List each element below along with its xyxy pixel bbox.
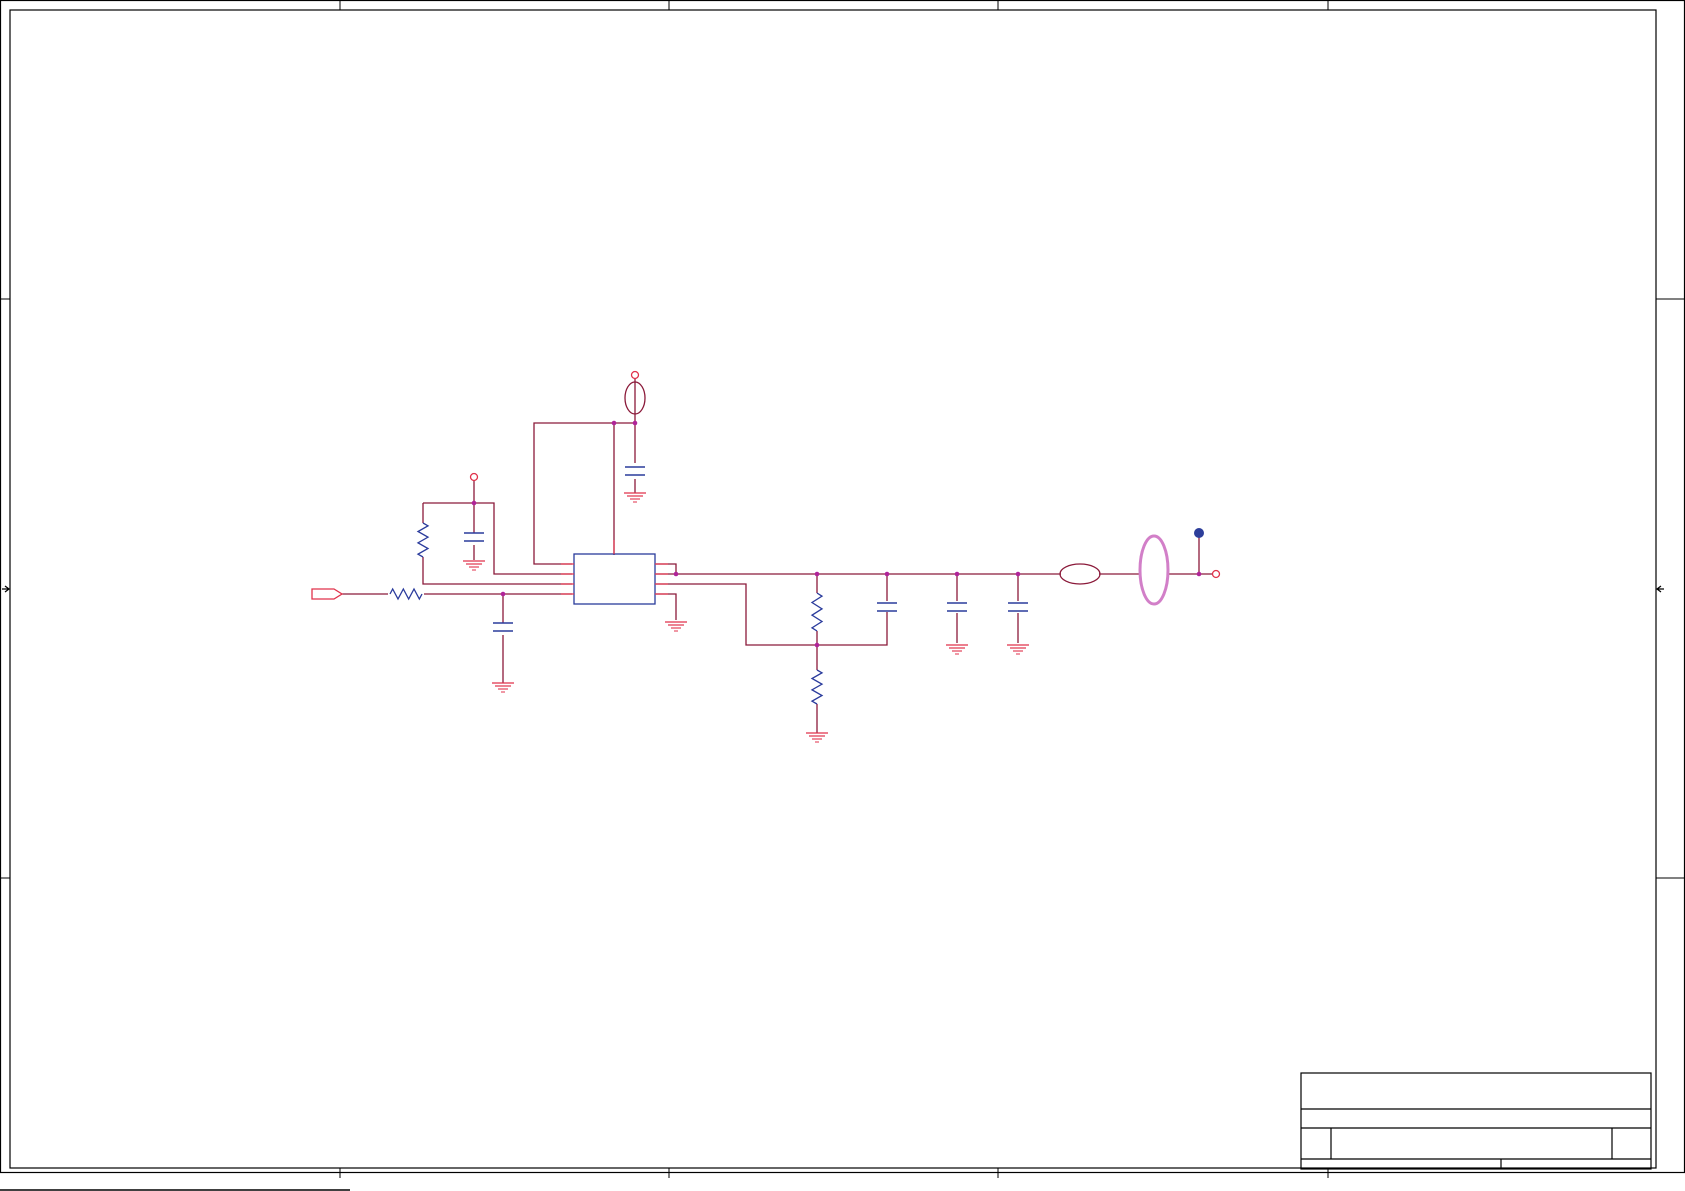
supply-power-port [630, 370, 640, 380]
junction-dot [500, 591, 506, 597]
regulator-ic [561, 540, 668, 605]
junction-dot [814, 642, 820, 648]
ground-symbol [463, 560, 485, 571]
ground-symbol [946, 644, 968, 655]
junction-dot [814, 571, 820, 577]
resistor-body [416, 522, 430, 558]
junction-dot [954, 571, 960, 577]
wire-segment [422, 557, 572, 585]
input-series-resistor [389, 587, 423, 601]
pullup-power-port [469, 472, 479, 482]
junction-dot [471, 500, 477, 506]
output-test-point [1194, 528, 1204, 538]
junction-dot [673, 571, 679, 577]
components [311, 370, 1221, 743]
output-capacitor-1 [947, 602, 967, 612]
wire-segment [656, 583, 888, 646]
resistor-body [810, 592, 824, 632]
ground-symbol [624, 492, 646, 503]
ground-symbol [665, 621, 687, 632]
junction-dot [1015, 571, 1021, 577]
feedback-bottom-resistor [810, 669, 824, 705]
sheet-frame [0, 0, 1685, 1191]
junction-dot [1196, 571, 1202, 577]
wires [342, 379, 1212, 733]
ic-body [573, 553, 656, 605]
junction-dot [884, 571, 890, 577]
feedback-top-resistor [810, 592, 824, 632]
input-filter-capacitor [493, 622, 513, 632]
supply-decoupling-capacitor [625, 466, 645, 476]
wire-segment [656, 563, 677, 574]
output-power-port [1211, 569, 1221, 579]
pullup-decoupling-capacitor [464, 532, 484, 542]
enable-pullup-resistor [416, 522, 430, 558]
resistor-body [810, 669, 824, 705]
schematic-sheet [0, 0, 1685, 1191]
output-choke [1138, 534, 1170, 606]
wire-segment [656, 593, 677, 620]
junctions [471, 420, 1202, 648]
output-ferrite [1059, 563, 1101, 585]
resistor-body [389, 587, 423, 601]
junction-dot [611, 420, 617, 426]
ground-symbol [806, 732, 828, 743]
ground-symbol [492, 682, 514, 693]
ground-symbol [1007, 644, 1029, 655]
input-offsheet-port [311, 588, 344, 600]
wire-segment [533, 379, 636, 565]
output-capacitor-2 [1008, 602, 1028, 612]
junction-dot [632, 420, 638, 426]
feedforward-capacitor [877, 602, 897, 612]
title-block [1300, 1072, 1652, 1170]
